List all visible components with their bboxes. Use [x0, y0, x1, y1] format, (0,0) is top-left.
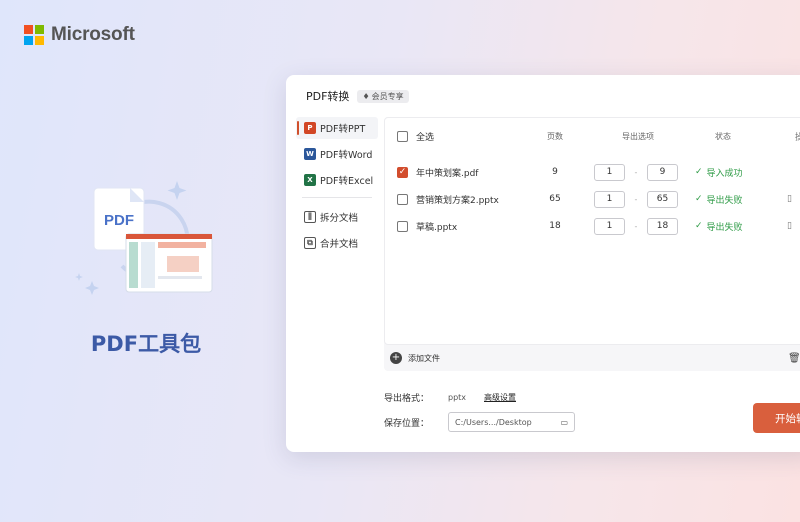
- powerpoint-icon: P: [304, 122, 316, 134]
- sidebar-divider: [302, 197, 372, 198]
- status-text: 导出失败: [706, 195, 743, 206]
- table-row: 草稿.pptx 18 1 - 18 ✓ 导出失败 ▯: [385, 213, 800, 239]
- status-text: 导出失败: [706, 222, 743, 233]
- pdf-convert-window: PDF转换 ♦ 会员专享 P PDF转PPT W PDF转Word X PDF转…: [286, 75, 800, 452]
- header-pages: 页数: [547, 131, 563, 141]
- status: ✓ 导出失败: [695, 220, 743, 233]
- sidebar-item-label: PDF转PPT: [320, 124, 366, 135]
- pdf-badge: PDF: [104, 212, 134, 229]
- page-range: 1 - 18: [594, 217, 682, 235]
- merge-icon: ⧉: [304, 237, 316, 249]
- folder-icon[interactable]: ▭: [560, 418, 568, 427]
- sidebar-item-label: PDF转Excel: [320, 176, 374, 187]
- app-header: PDF转换 ♦ 会员专享: [306, 88, 409, 104]
- microsoft-logo: Microsoft: [24, 24, 135, 46]
- range-to-input[interactable]: 9: [647, 163, 678, 181]
- excel-icon: X: [304, 174, 316, 186]
- save-label: 保存位置：: [384, 418, 430, 429]
- row-checkbox[interactable]: [397, 220, 408, 232]
- microsoft-logo-icon: [24, 25, 44, 45]
- sidebar-item-split[interactable]: ⫼ 拆分文档: [296, 206, 378, 228]
- file-actions-bar: + 添加文件 🗑: [384, 345, 800, 371]
- status: ✓ 导入成功: [695, 166, 743, 179]
- file-name: 草稿.pptx: [416, 222, 458, 233]
- advanced-settings-link[interactable]: 高级设置: [484, 392, 516, 403]
- page-count: 18: [549, 221, 561, 231]
- table-row: ✓ 年中策划案.pdf 9 1 - 9 ✓ 导入成功: [385, 159, 800, 185]
- page-range: 1 - 9: [594, 163, 682, 181]
- sidebar-item-pdf-to-word[interactable]: W PDF转Word: [296, 143, 378, 165]
- page-count: 65: [549, 194, 561, 204]
- table-row: 营销策划方案2.pptx 65 1 - 65 ✓ 导出失败 ▯: [385, 186, 800, 212]
- select-all-checkbox[interactable]: [397, 130, 408, 142]
- sidebar-item-label: PDF转Word: [320, 150, 373, 161]
- row-checkbox[interactable]: [397, 193, 408, 205]
- format-label: 导出格式：: [384, 394, 430, 404]
- range-to-input[interactable]: 65: [647, 190, 678, 208]
- split-icon: ⫼: [304, 211, 316, 223]
- range-from-input[interactable]: 1: [594, 163, 625, 181]
- page-count: 9: [552, 167, 558, 177]
- sidebar-item-merge[interactable]: ⧉ 合并文档: [296, 232, 378, 254]
- range-separator: -: [634, 194, 638, 204]
- check-icon: ✓: [695, 221, 703, 231]
- save-row: 保存位置： C:/Users.../Desktop ▭: [384, 412, 575, 432]
- file-open-icon[interactable]: ▯: [787, 194, 792, 204]
- header-actions: 操: [795, 132, 800, 143]
- hero-title: PDF工具包: [90, 332, 202, 356]
- page-range: 1 - 65: [594, 190, 682, 208]
- file-name: 营销策划方案2.pptx: [416, 195, 499, 206]
- file-panel: 全选 页数 导出选项 状态 操 ✓ 年中策划案.pdf 9 1 - 9 ✓ 导入…: [384, 117, 800, 371]
- select-all-label: 全选: [416, 132, 435, 143]
- diamond-icon: ♦: [362, 91, 370, 101]
- microsoft-wordmark: Microsoft: [51, 24, 135, 45]
- save-path-text: C:/Users.../Desktop: [455, 417, 532, 427]
- status-text: 导入成功: [706, 168, 743, 179]
- add-icon[interactable]: +: [390, 352, 402, 364]
- file-table: 全选 页数 导出选项 状态 操 ✓ 年中策划案.pdf 9 1 - 9 ✓ 导入…: [384, 117, 800, 345]
- word-icon: W: [304, 148, 316, 160]
- save-path-input[interactable]: C:/Users.../Desktop ▭: [448, 412, 575, 432]
- row-checkbox[interactable]: ✓: [397, 166, 408, 178]
- sidebar-item-label: 拆分文档: [320, 213, 359, 224]
- header-status: 状态: [715, 131, 731, 141]
- sidebar-item-pdf-to-ppt[interactable]: P PDF转PPT: [296, 117, 378, 139]
- format-value: pptx: [448, 393, 467, 402]
- status: ✓ 导出失败: [695, 193, 743, 206]
- pdf-toolkit-illustration-icon: PDF: [75, 181, 213, 295]
- format-row: 导出格式： pptx 高级设置: [384, 391, 516, 404]
- trash-icon[interactable]: 🗑: [788, 353, 800, 364]
- member-badge: ♦ 会员专享: [357, 89, 409, 103]
- file-open-icon[interactable]: ▯: [787, 221, 792, 231]
- range-separator: -: [634, 167, 638, 177]
- sidebar-item-label: 合并文档: [320, 239, 359, 250]
- check-icon: ✓: [695, 167, 703, 177]
- sidebar: P PDF转PPT W PDF转Word X PDF转Excel ⫼ 拆分文档 …: [296, 117, 378, 258]
- header-options: 导出选项: [622, 131, 654, 141]
- range-from-input[interactable]: 1: [594, 190, 625, 208]
- range-from-input[interactable]: 1: [594, 217, 625, 235]
- file-name: 年中策划案.pdf: [416, 168, 479, 179]
- member-badge-label: 会员专享: [371, 91, 404, 101]
- sidebar-item-pdf-to-excel[interactable]: X PDF转Excel: [296, 169, 378, 191]
- table-header: 全选 页数 导出选项 状态 操: [385, 123, 800, 149]
- start-convert-button[interactable]: 开始转换: [753, 403, 800, 433]
- add-file-button[interactable]: 添加文件: [408, 353, 440, 364]
- check-icon: ✓: [695, 194, 703, 204]
- range-separator: -: [634, 221, 638, 231]
- app-title: PDF转换: [306, 90, 350, 103]
- range-to-input[interactable]: 18: [647, 217, 678, 235]
